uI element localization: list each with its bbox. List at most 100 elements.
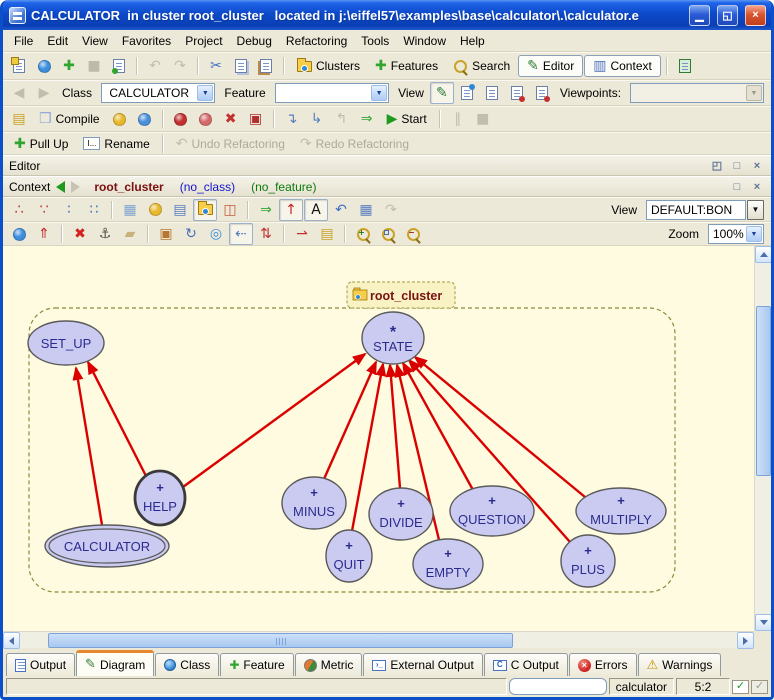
context-cluster[interactable]: root_cluster: [94, 180, 163, 194]
diagram-undo-icon[interactable]: ↶: [329, 199, 353, 221]
copy-icon[interactable]: [229, 55, 253, 77]
chevron-down-icon[interactable]: ▼: [746, 226, 762, 242]
editor-float-icon[interactable]: ◰: [709, 158, 725, 173]
view-clickable-icon[interactable]: [480, 82, 504, 104]
minimize-button[interactable]: ▁: [689, 5, 710, 26]
chevron-down-icon[interactable]: ▼: [747, 200, 764, 220]
close-button[interactable]: ×: [745, 5, 766, 26]
tab-feature[interactable]: ✚Feature: [220, 653, 293, 676]
context-maximize-icon[interactable]: □: [729, 179, 745, 194]
menu-project[interactable]: Project: [178, 32, 229, 50]
delete-tool-icon[interactable]: ✖: [68, 223, 92, 245]
inheritance-link-QUESTION-STATE[interactable]: [403, 363, 473, 490]
straighten-links-icon[interactable]: ⇅: [254, 223, 278, 245]
class-relations-icon[interactable]: ∴: [7, 199, 31, 221]
check-gray-icon[interactable]: ✓: [751, 680, 768, 694]
fill-color-icon[interactable]: ▣: [154, 223, 178, 245]
vertical-scrollbar[interactable]: [754, 246, 771, 631]
features-button[interactable]: ✚Features: [368, 55, 445, 77]
supplier-links-icon[interactable]: ∷: [82, 199, 106, 221]
client-links-icon[interactable]: ∶: [57, 199, 81, 221]
view-flat-contract-icon[interactable]: [530, 82, 554, 104]
zoom-in-icon[interactable]: [351, 223, 375, 245]
scroll-left-icon[interactable]: [3, 632, 20, 649]
class-node-QUESTION[interactable]: +QUESTION: [450, 486, 534, 536]
menu-window[interactable]: Window: [396, 32, 453, 50]
cluster-relations-icon[interactable]: ∵: [32, 199, 56, 221]
view-contract-icon[interactable]: [505, 82, 529, 104]
view-editor-icon[interactable]: ✎: [430, 82, 454, 104]
new-class-tool-icon[interactable]: [7, 223, 31, 245]
context-class[interactable]: (no_class): [180, 180, 235, 194]
menu-edit[interactable]: Edit: [40, 32, 75, 50]
clusters-button[interactable]: Clusters: [290, 55, 367, 77]
focus-target-icon[interactable]: ⇒: [254, 199, 278, 221]
class-node-SET_UP[interactable]: SET_UP: [28, 321, 104, 365]
open-icon[interactable]: [32, 55, 56, 77]
cut-icon[interactable]: ✂: [204, 55, 228, 77]
vertical-scroll-thumb[interactable]: [756, 306, 771, 476]
new-inheritance-tool-icon[interactable]: ⇑: [32, 223, 56, 245]
screenshot-icon[interactable]: ▦: [118, 199, 142, 221]
enable-breakpoints-icon[interactable]: [194, 108, 218, 130]
class-combo[interactable]: CALCULATOR▼: [101, 83, 215, 103]
link-direction-icon[interactable]: ⇠: [229, 223, 253, 245]
class-node-STATE[interactable]: *STATE: [362, 312, 424, 364]
rename-button[interactable]: I...Rename: [76, 133, 156, 155]
class-node-PLUS[interactable]: +PLUS: [561, 535, 615, 587]
remove-breakpoints-icon[interactable]: ✖: [219, 108, 243, 130]
editor-close-icon[interactable]: ×: [749, 158, 765, 173]
info-icon[interactable]: [133, 108, 157, 130]
start-button[interactable]: ▶Start: [380, 108, 434, 130]
breakpoint-icon[interactable]: [169, 108, 193, 130]
anchor-tool-icon[interactable]: ⚓: [93, 223, 117, 245]
inheritance-tool-icon[interactable]: ↑: [279, 199, 303, 221]
horizontal-scroll-thumb[interactable]: [48, 633, 513, 648]
diagram-history-icon[interactable]: ▦: [354, 199, 378, 221]
search-button[interactable]: Search: [446, 55, 517, 77]
class-node-CALCULATOR[interactable]: CALCULATOR: [45, 525, 169, 567]
menu-refactoring[interactable]: Refactoring: [279, 32, 354, 50]
context-close-icon[interactable]: ×: [749, 179, 765, 194]
context-toggle[interactable]: ▥Context: [584, 55, 661, 77]
menu-help[interactable]: Help: [453, 32, 492, 50]
inheritance-link-HELP-STATE[interactable]: [183, 354, 365, 487]
tab-output[interactable]: Output: [6, 653, 75, 676]
chevron-down-icon[interactable]: ▼: [371, 85, 387, 101]
run-to-cursor-icon[interactable]: ⇒: [355, 108, 379, 130]
tab-warnings[interactable]: ⚠Warnings: [638, 653, 722, 676]
uml-view-icon[interactable]: ▤: [168, 199, 192, 221]
cluster-diagram-icon[interactable]: [193, 199, 217, 221]
scroll-right-icon[interactable]: [737, 632, 754, 649]
tab-external-output[interactable]: ›_External Output: [363, 653, 482, 676]
zoom-combo[interactable]: 100%▼: [708, 224, 764, 244]
chevron-down-icon[interactable]: ▼: [197, 85, 213, 101]
editor-toggle[interactable]: ✎Editor: [518, 55, 583, 77]
zoom-fit-icon[interactable]: [376, 223, 400, 245]
restore-button[interactable]: ◱: [717, 5, 738, 26]
save-icon[interactable]: [107, 55, 131, 77]
class-node-EMPTY[interactable]: +EMPTY: [413, 539, 483, 589]
text-tool-icon[interactable]: A: [304, 199, 328, 221]
editor-maximize-icon[interactable]: □: [729, 158, 745, 173]
diagram-view-combo[interactable]: DEFAULT:BON▼: [646, 200, 764, 220]
class-diagram-icon[interactable]: ◫: [218, 199, 242, 221]
last-error-icon[interactable]: [108, 108, 132, 130]
tab-class[interactable]: Class: [155, 653, 219, 676]
tab-diagram[interactable]: ✎Diagram: [76, 650, 154, 676]
step-into-icon[interactable]: ↴: [280, 108, 304, 130]
scroll-up-icon[interactable]: [755, 246, 772, 263]
add-project-icon[interactable]: ✚: [57, 55, 81, 77]
layout-settings-icon[interactable]: ▤: [315, 223, 339, 245]
menu-view[interactable]: View: [75, 32, 115, 50]
inheritance-link-CALCULATOR-SET_UP[interactable]: [76, 368, 102, 525]
class-node-MINUS[interactable]: +MINUS: [282, 477, 346, 529]
rotate-icon[interactable]: ↻: [179, 223, 203, 245]
view-flat-icon[interactable]: [455, 82, 479, 104]
feature-combo[interactable]: ▼: [275, 83, 389, 103]
inheritance-link-DIVIDE-STATE[interactable]: [390, 365, 400, 488]
menu-debug[interactable]: Debug: [230, 32, 279, 50]
smart-layout-icon[interactable]: ◎: [204, 223, 228, 245]
scroll-down-icon[interactable]: [755, 614, 772, 631]
tab-metric[interactable]: Metric: [295, 653, 363, 676]
